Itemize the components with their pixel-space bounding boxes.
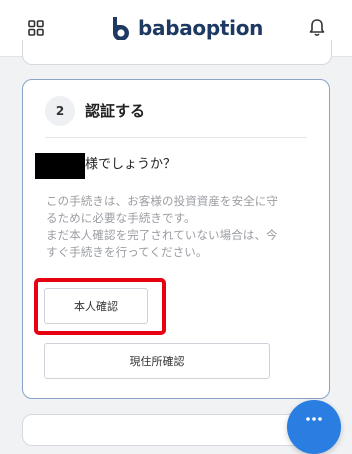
step-title: 認証する [85, 102, 146, 120]
description-line: るために必要な手続きです。 [46, 211, 196, 225]
step-number-badge: 2 [45, 96, 75, 126]
previous-step-card [22, 40, 332, 65]
chat-icon [306, 417, 322, 421]
step-description: この手続きは、お客様の投資資産を安全に守 るために必要な手続きです。 まだ本人確… [46, 193, 314, 261]
verification-step-card: 2 認証する 様でしょうか？ この手続きは、お客様の投資資産を安全に守 るために… [22, 79, 330, 399]
description-line: まだ本人確認を完了されていない場合は、今 [46, 228, 278, 242]
identity-verification-button[interactable]: 本人確認 [44, 288, 148, 324]
identity-question: 様でしょうか？ [85, 157, 177, 172]
description-line: この手続きは、お客様の投資資産を安全に守 [46, 194, 278, 208]
redacted-user-name [35, 153, 85, 179]
bell-icon[interactable] [308, 18, 326, 38]
description-line: すぐ手続きを行ってください。 [46, 245, 208, 259]
logo-text: babaoption [138, 16, 264, 40]
grid-menu-icon[interactable] [28, 20, 44, 36]
next-step-card [22, 414, 332, 446]
chat-button[interactable] [287, 400, 341, 454]
address-verification-button[interactable]: 現住所確認 [44, 343, 270, 379]
logo-mark-icon [113, 17, 129, 41]
brand-logo[interactable]: babaoption [108, 13, 263, 43]
divider [45, 137, 307, 138]
